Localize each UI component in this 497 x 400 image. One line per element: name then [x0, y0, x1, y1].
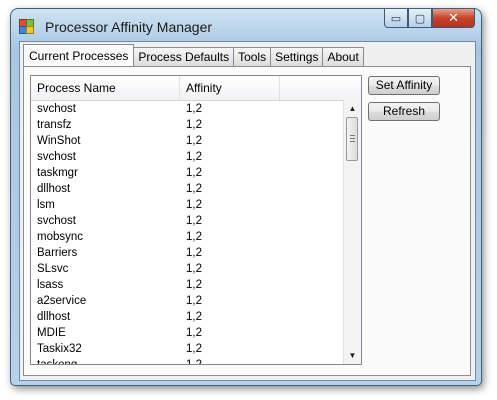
affinity-cell: 1,2 [186, 263, 202, 275]
tab-tools[interactable]: Tools [233, 47, 272, 66]
process-name-cell: svchost [37, 151, 76, 163]
scroll-up-arrow-icon[interactable]: ▲ [344, 100, 361, 117]
close-button[interactable]: ✕ [432, 9, 475, 28]
list-rows: svchost 1,2 transfz 1,2 WinShot 1,2 svchost 1,2… [31, 101, 344, 365]
app-icon [19, 19, 34, 34]
table-row[interactable]: svchost 1,2 [31, 149, 344, 165]
process-name-cell: mobsync [37, 231, 84, 243]
table-row[interactable]: mobsync 1,2 [31, 229, 344, 245]
thumb-grip [350, 135, 355, 136]
table-row[interactable]: svchost 1,2 [31, 101, 344, 117]
affinity-cell: 1,2 [186, 295, 202, 307]
tab-strip: Current Processes Process Defaults Tools… [23, 44, 364, 66]
affinity-cell: 1,2 [186, 279, 202, 291]
affinity-cell: 1,2 [186, 311, 202, 323]
table-row[interactable]: transfz 1,2 [31, 117, 344, 133]
set-affinity-button[interactable]: Set Affinity [368, 76, 440, 95]
affinity-cell: 1,2 [186, 343, 202, 355]
table-row[interactable]: WinShot 1,2 [31, 133, 344, 149]
scroll-down-arrow-icon[interactable]: ▼ [344, 347, 361, 364]
table-row[interactable]: SLsvc 1,2 [31, 261, 344, 277]
affinity-cell: 1,2 [186, 215, 202, 227]
maximize-button[interactable]: ▢ [408, 9, 432, 28]
table-row[interactable]: dllhost 1,2 [31, 309, 344, 325]
affinity-cell: 1,2 [186, 327, 202, 339]
table-row[interactable]: svchost 1,2 [31, 213, 344, 229]
affinity-cell: 1,2 [186, 167, 202, 179]
affinity-cell: 1,2 [186, 199, 202, 211]
table-row[interactable]: a2service 1,2 [31, 293, 344, 309]
process-name-cell: dllhost [37, 311, 71, 323]
list-header: Process Name Affinity [31, 76, 361, 101]
affinity-cell: 1,2 [186, 247, 202, 259]
process-name-cell: SLsvc [37, 263, 69, 275]
table-row[interactable]: taskmgr 1,2 [31, 165, 344, 181]
process-name-cell: taskeng [37, 359, 78, 365]
window-controls: ▭ ▢ ✕ [384, 9, 475, 29]
window-title: Processor Affinity Manager [45, 19, 213, 35]
affinity-cell: 1,2 [186, 103, 202, 115]
process-name-cell: svchost [37, 215, 76, 227]
table-row[interactable]: lsass 1,2 [31, 277, 344, 293]
column-header-affinity[interactable]: Affinity [180, 76, 280, 100]
app-window: Processor Affinity Manager ▭ ▢ ✕ Current… [10, 8, 482, 386]
process-name-cell: Barriers [37, 247, 78, 259]
column-header-process-name[interactable]: Process Name [31, 76, 180, 100]
process-name-cell: transfz [37, 119, 72, 131]
affinity-cell: 1,2 [186, 183, 202, 195]
scroll-thumb[interactable] [346, 117, 358, 161]
affinity-cell: 1,2 [186, 359, 202, 365]
process-name-cell: dllhost [37, 183, 71, 195]
table-row[interactable]: dllhost 1,2 [31, 181, 344, 197]
tab-current-processes[interactable]: Current Processes [23, 44, 135, 66]
affinity-cell: 1,2 [186, 135, 202, 147]
process-list[interactable]: Process Name Affinity svchost 1,2 transfz 1… [30, 75, 362, 365]
column-header-filler [280, 76, 344, 100]
refresh-button[interactable]: Refresh [368, 102, 440, 121]
process-name-cell: taskmgr [37, 167, 78, 179]
table-row[interactable]: MDIE 1,2 [31, 325, 344, 341]
tab-process-defaults[interactable]: Process Defaults [133, 47, 235, 66]
affinity-cell: 1,2 [186, 151, 202, 163]
client-area: Current Processes Process Defaults Tools… [19, 41, 476, 381]
affinity-cell: 1,2 [186, 231, 202, 243]
table-row[interactable]: taskeng 1,2 [31, 357, 344, 365]
thumb-grip [350, 141, 355, 142]
minimize-button[interactable]: ▭ [384, 9, 408, 28]
process-name-cell: a2service [37, 295, 87, 307]
tab-about[interactable]: About [322, 47, 364, 66]
process-name-cell: WinShot [37, 135, 81, 147]
table-row[interactable]: Barriers 1,2 [31, 245, 344, 261]
title-bar[interactable]: Processor Affinity Manager ▭ ▢ ✕ [11, 9, 481, 43]
thumb-grip [350, 138, 355, 139]
table-row[interactable]: Taskix32 1,2 [31, 341, 344, 357]
affinity-cell: 1,2 [186, 119, 202, 131]
process-name-cell: lsass [37, 279, 64, 291]
process-name-cell: svchost [37, 103, 76, 115]
table-row[interactable]: lsm 1,2 [31, 197, 344, 213]
process-name-cell: lsm [37, 199, 55, 211]
process-name-cell: MDIE [37, 327, 66, 339]
process-name-cell: Taskix32 [37, 343, 82, 355]
vertical-scrollbar[interactable]: ▲ ▼ [343, 100, 361, 364]
tab-page-current-processes: Process Name Affinity svchost 1,2 transfz 1… [23, 66, 471, 376]
tab-settings[interactable]: Settings [270, 47, 324, 66]
